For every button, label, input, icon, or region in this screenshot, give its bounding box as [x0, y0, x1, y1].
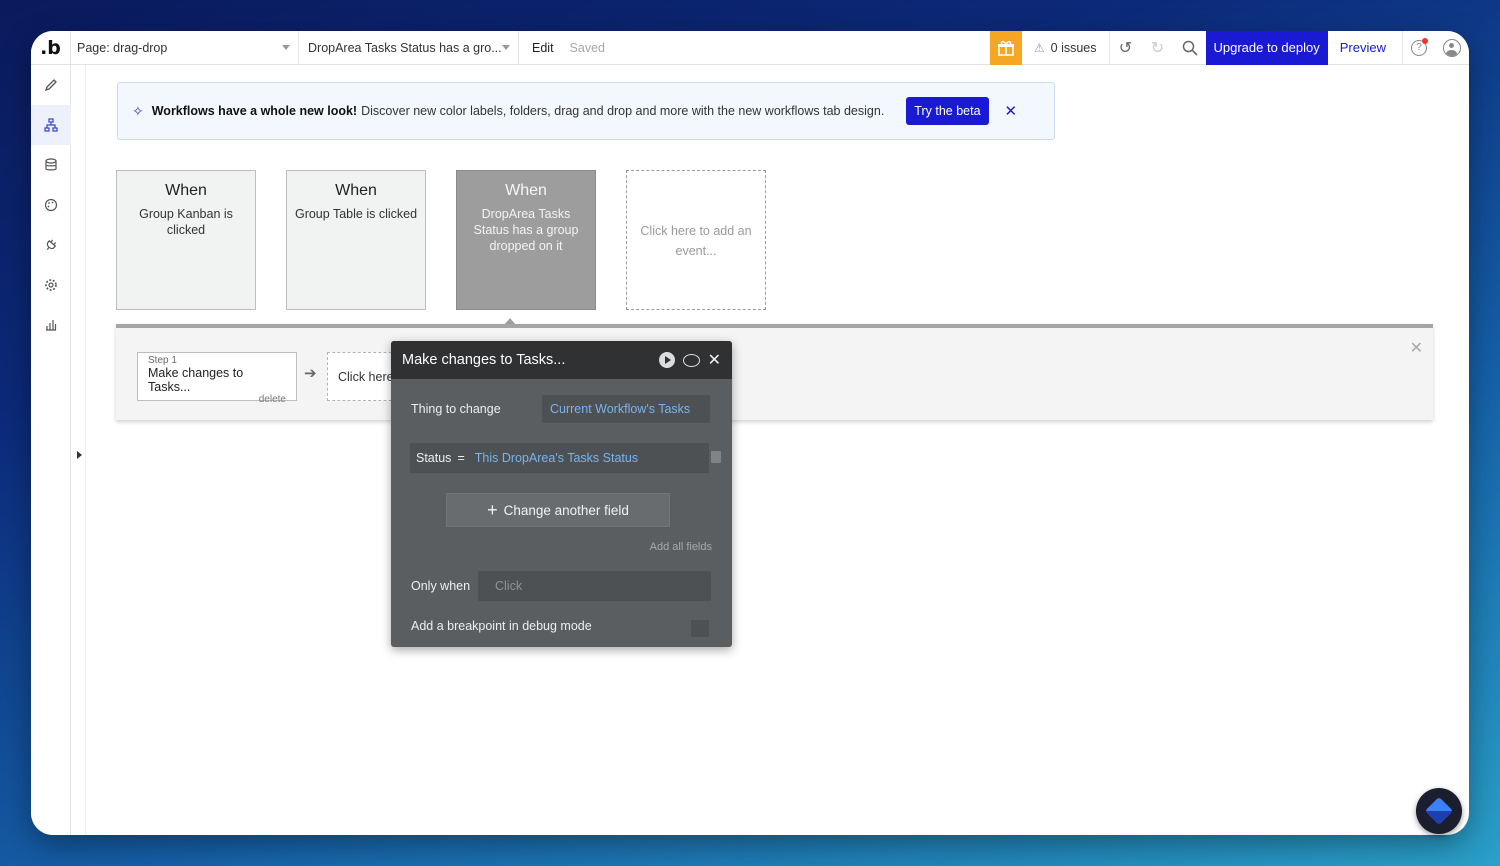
only-when-row: Only when: [411, 579, 470, 593]
page-selector[interactable]: Page: drag-drop: [71, 31, 299, 65]
event-card-droparea[interactable]: When DropArea Tasks Status has a group d…: [456, 170, 596, 310]
editor-header[interactable]: Make changes to Tasks... ✕: [391, 341, 732, 379]
sidebar-item-logs[interactable]: [31, 305, 71, 345]
gift-icon-svg: [997, 40, 1014, 56]
workflow-icon: [44, 118, 58, 132]
plus-icon: +: [487, 499, 498, 520]
thing-to-change-label: Thing to change: [411, 402, 501, 416]
event-description: DropArea Tasks Status has a group droppe…: [473, 207, 579, 253]
status-value[interactable]: This DropArea's Tasks Status: [475, 451, 638, 465]
sidebar-item-plugins[interactable]: [31, 225, 71, 265]
pencil-icon: [44, 79, 57, 92]
change-another-field-label: Change another field: [503, 502, 629, 518]
only-when-input[interactable]: Click: [478, 571, 711, 601]
play-icon[interactable]: [658, 352, 675, 368]
debug-row: Add a breakpoint in debug mode: [411, 619, 592, 633]
warning-icon: ⚠: [1033, 40, 1045, 55]
banner-headline: Workflows have a whole new look!: [151, 104, 358, 118]
close-icon[interactable]: ✕: [1005, 102, 1018, 120]
workflow-steps-panel: ✕ Step 1 Make changes to Tasks... delete…: [116, 324, 1433, 420]
workflow-selector-label: DropArea Tasks Status has a gro...: [308, 40, 502, 55]
preview-button[interactable]: Preview: [1328, 31, 1403, 65]
gift-icon[interactable]: [989, 31, 1022, 65]
try-beta-button[interactable]: Try the beta: [906, 97, 989, 125]
editor-title: Make changes to Tasks...: [402, 352, 566, 368]
panel-gutter: [72, 65, 86, 835]
undo-icon[interactable]: ↺: [1110, 31, 1142, 65]
thing-to-change-row: Thing to change Current Workflow's Tasks: [411, 395, 710, 423]
saved-status: Saved: [569, 40, 605, 55]
workflow-selector[interactable]: DropArea Tasks Status has a gro...: [299, 31, 519, 65]
search-icon-svg: [1182, 40, 1198, 56]
edit-menu[interactable]: Edit: [532, 41, 554, 55]
sidebar-item-workflow[interactable]: [31, 105, 71, 145]
event-description: Group Kanban is clicked: [139, 207, 233, 237]
comment-icon[interactable]: [682, 353, 700, 367]
avatar-circle: [1443, 38, 1461, 57]
issues-indicator[interactable]: ⚠ 0 issues: [1022, 31, 1110, 65]
add-event-card[interactable]: Click here to add an event...: [626, 170, 766, 310]
new-workflows-banner: ✧ Workflows have a whole new look! Disco…: [117, 82, 1055, 140]
sidebar-item-data[interactable]: [31, 145, 71, 185]
help-icon[interactable]: ?: [1403, 31, 1435, 65]
top-bar: .b Page: drag-drop DropArea Tasks Status…: [31, 31, 1469, 65]
status-field-row[interactable]: Status = This DropArea's Tasks Status: [410, 443, 709, 473]
app-window: .b Page: drag-drop DropArea Tasks Status…: [31, 31, 1469, 835]
add-all-fields-link[interactable]: Add all fields: [650, 541, 712, 553]
chevron-down-icon: [501, 45, 510, 50]
palette-icon: [44, 198, 58, 212]
search-icon[interactable]: [1174, 31, 1206, 65]
diamond-logo-icon: [1424, 796, 1454, 826]
event-when-label: When: [165, 182, 207, 199]
issues-count: 0 issues: [1050, 40, 1097, 55]
status-label: Status: [416, 451, 452, 465]
sidebar-item-design[interactable]: [31, 65, 71, 105]
close-icon[interactable]: ✕: [708, 350, 721, 370]
debug-label: Add a breakpoint in debug mode: [411, 619, 592, 633]
step-card-1[interactable]: Step 1 Make changes to Tasks... delete: [137, 352, 297, 405]
event-card-group-kanban[interactable]: When Group Kanban is clicked: [116, 170, 256, 310]
event-description: Group Table is clicked: [294, 207, 418, 221]
gear-icon: [45, 279, 57, 291]
close-icon[interactable]: ✕: [1410, 338, 1423, 358]
only-when-label: Only when: [411, 579, 471, 593]
sidebar-item-styles[interactable]: [31, 185, 71, 225]
step-title: Make changes to Tasks...: [148, 366, 244, 394]
step-delete-link[interactable]: delete: [148, 394, 286, 405]
property-editor: Make changes to Tasks... ✕ Thing to chan…: [391, 341, 732, 647]
bubble-logo[interactable]: .b: [31, 31, 71, 65]
add-event-text: Click here to add an event...: [640, 224, 752, 258]
page-selector-label: Page: drag-drop: [77, 40, 168, 55]
trash-icon[interactable]: [711, 451, 721, 463]
avatar-icon[interactable]: [1435, 31, 1469, 65]
editor-header-icons: ✕: [658, 350, 721, 370]
notification-dot: [1422, 37, 1428, 44]
sparkle-icon: ✧: [132, 102, 144, 119]
assistant-fab-button[interactable]: [1416, 788, 1462, 834]
debug-checkbox[interactable]: [691, 620, 709, 637]
left-sidebar: [31, 65, 71, 835]
event-card-group-table[interactable]: When Group Table is clicked: [286, 170, 426, 310]
database-icon: [45, 158, 57, 171]
event-when-label: When: [335, 182, 377, 199]
event-when-label: When: [505, 182, 547, 199]
change-another-field-button[interactable]: + Change another field: [446, 493, 670, 527]
redo-icon[interactable]: ↻: [1142, 31, 1174, 65]
expand-arrow-icon[interactable]: [77, 451, 82, 459]
thing-to-change-field[interactable]: Current Workflow's Tasks: [542, 395, 710, 423]
arrow-right-icon: ➔: [304, 365, 317, 382]
banner-text: Discover new color labels, folders, drag…: [361, 104, 885, 118]
equals-sign: =: [457, 451, 465, 465]
step-number: Step 1: [148, 355, 177, 366]
chevron-down-icon: [282, 45, 290, 50]
sidebar-item-settings[interactable]: [31, 265, 71, 305]
upgrade-to-deploy-button[interactable]: Upgrade to deploy: [1205, 31, 1328, 65]
plug-icon: [46, 239, 57, 250]
chart-icon: [46, 320, 57, 331]
